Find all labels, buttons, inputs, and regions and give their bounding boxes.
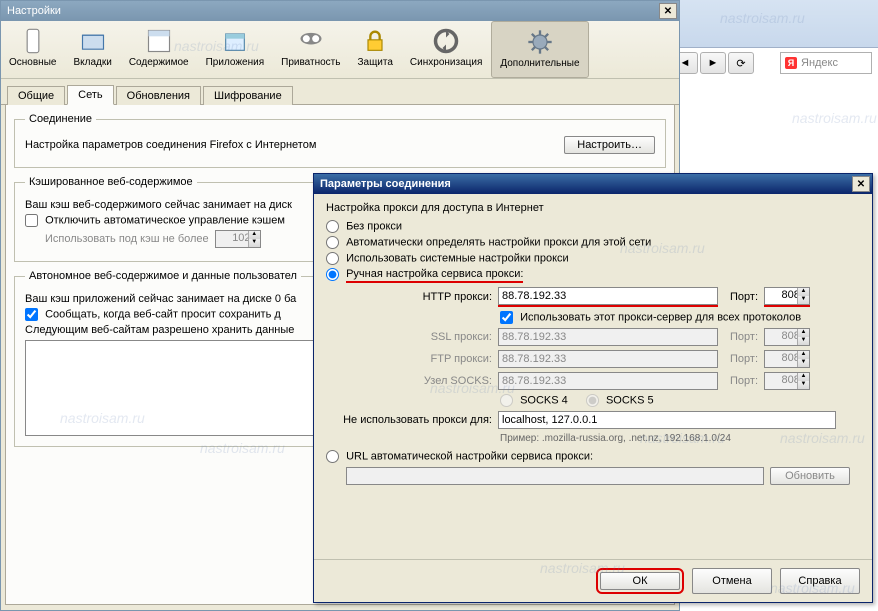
socks-host-input xyxy=(498,372,718,390)
offline-desc: Ваш кэш приложений сейчас занимает на ди… xyxy=(25,293,296,305)
connection-group: Соединение Настройка параметров соединен… xyxy=(14,113,666,168)
dialog-title: Параметры соединения xyxy=(320,178,451,190)
tab-network[interactable]: Сеть xyxy=(67,85,113,105)
settings-titlebar: Настройки ✕ xyxy=(1,1,679,21)
socks-port-input: 8080▲▼ xyxy=(764,372,810,390)
auto-url-input xyxy=(346,467,764,485)
proxy-heading: Настройка прокси для доступа в Интернет xyxy=(326,202,860,214)
offline-sites-label: Следующим веб-сайтам разрешено хранить д… xyxy=(25,324,294,336)
http-port-label: Порт: xyxy=(730,291,758,303)
search-box[interactable]: Я Яндекс xyxy=(780,52,872,74)
cache-size-label: Использовать под кэш не более xyxy=(45,233,209,245)
help-button[interactable]: Справка xyxy=(780,568,860,594)
cache-override-checkbox[interactable]: Отключить автоматическое управление кэше… xyxy=(25,214,285,227)
toolbar-security[interactable]: Защита xyxy=(349,21,401,78)
toolbar-general[interactable]: Основные xyxy=(1,21,65,78)
browser-forward-icon[interactable]: ► xyxy=(700,52,726,74)
toolbar-privacy[interactable]: Приватность xyxy=(273,21,349,78)
ssl-port-label: Порт: xyxy=(730,331,758,343)
toolbar-apps[interactable]: Приложения xyxy=(198,21,274,78)
socks-host-label: Узел SOCKS: xyxy=(326,375,492,387)
offline-notify-checkbox[interactable]: Сообщать, когда веб-сайт просит сохранит… xyxy=(25,308,281,321)
toolbar-content[interactable]: Содержимое xyxy=(121,21,198,78)
radio-auto-url[interactable]: URL автоматической настройки сервиса про… xyxy=(326,450,593,463)
browser-reload-icon[interactable]: ⟳ xyxy=(728,52,754,74)
tab-encryption[interactable]: Шифрование xyxy=(203,86,293,105)
dialog-titlebar: Параметры соединения ✕ xyxy=(314,174,872,194)
connection-legend: Соединение xyxy=(25,113,96,125)
search-placeholder: Яндекс xyxy=(801,57,838,69)
adv-tabs: Общие Сеть Обновления Шифрование xyxy=(1,81,679,105)
ftp-proxy-input xyxy=(498,350,718,368)
http-proxy-input[interactable] xyxy=(498,287,718,305)
radio-manual-proxy[interactable]: Ручная настройка сервиса прокси: xyxy=(326,268,523,283)
ftp-port-input: 8080▲▼ xyxy=(764,350,810,368)
ok-button[interactable]: ОК xyxy=(600,572,680,590)
dialog-close-icon[interactable]: ✕ xyxy=(852,176,870,192)
noproxy-input[interactable] xyxy=(498,411,836,429)
close-icon[interactable]: ✕ xyxy=(659,3,677,19)
http-port-input[interactable]: 8080▲▼ xyxy=(764,287,810,305)
connection-settings-button[interactable]: Настроить… xyxy=(564,136,655,154)
cancel-button[interactable]: Отмена xyxy=(692,568,772,594)
cache-size-input: 1024▲▼ xyxy=(215,230,261,248)
http-proxy-label: HTTP прокси: xyxy=(326,291,492,303)
offline-legend: Автономное веб-содержимое и данные польз… xyxy=(25,270,301,282)
use-for-all-checkbox[interactable]: Использовать этот прокси-сервер для всех… xyxy=(500,311,801,324)
cache-legend: Кэшированное веб-содержимое xyxy=(25,176,197,188)
ssl-port-input: 8080▲▼ xyxy=(764,328,810,346)
noproxy-label: Не использовать прокси для: xyxy=(326,414,492,426)
radio-system-proxy[interactable]: Использовать системные настройки прокси xyxy=(326,252,569,265)
connection-dialog: Параметры соединения ✕ Настройка прокси … xyxy=(313,173,873,603)
toolbar-advanced[interactable]: Дополнительные xyxy=(491,21,588,78)
radio-no-proxy[interactable]: Без прокси xyxy=(326,220,402,233)
settings-toolbar: Основные Вкладки Содержимое Приложения П… xyxy=(1,21,679,79)
radio-socks4: SOCKS 4 xyxy=(500,394,568,407)
reload-button: Обновить xyxy=(770,467,850,485)
yandex-icon: Я xyxy=(785,57,797,69)
settings-title: Настройки xyxy=(7,5,61,17)
radio-auto-detect[interactable]: Автоматически определять настройки прокс… xyxy=(326,236,651,249)
ssl-proxy-label: SSL прокси: xyxy=(326,331,492,343)
socks-port-label: Порт: xyxy=(730,375,758,387)
noproxy-example: Пример: .mozilla-russia.org, .net.nz, 19… xyxy=(500,433,860,444)
toolbar-sync[interactable]: Синхронизация xyxy=(402,21,491,78)
ssl-proxy-input xyxy=(498,328,718,346)
ftp-proxy-label: FTP прокси: xyxy=(326,353,492,365)
radio-socks5: SOCKS 5 xyxy=(586,394,654,407)
toolbar-tabs[interactable]: Вкладки xyxy=(65,21,120,78)
cache-desc: Ваш кэш веб-содержимого сейчас занимает … xyxy=(25,199,292,211)
connection-desc: Настройка параметров соединения Firefox … xyxy=(25,139,316,151)
tab-updates[interactable]: Обновления xyxy=(116,86,201,105)
tab-general[interactable]: Общие xyxy=(7,86,65,105)
ftp-port-label: Порт: xyxy=(730,353,758,365)
